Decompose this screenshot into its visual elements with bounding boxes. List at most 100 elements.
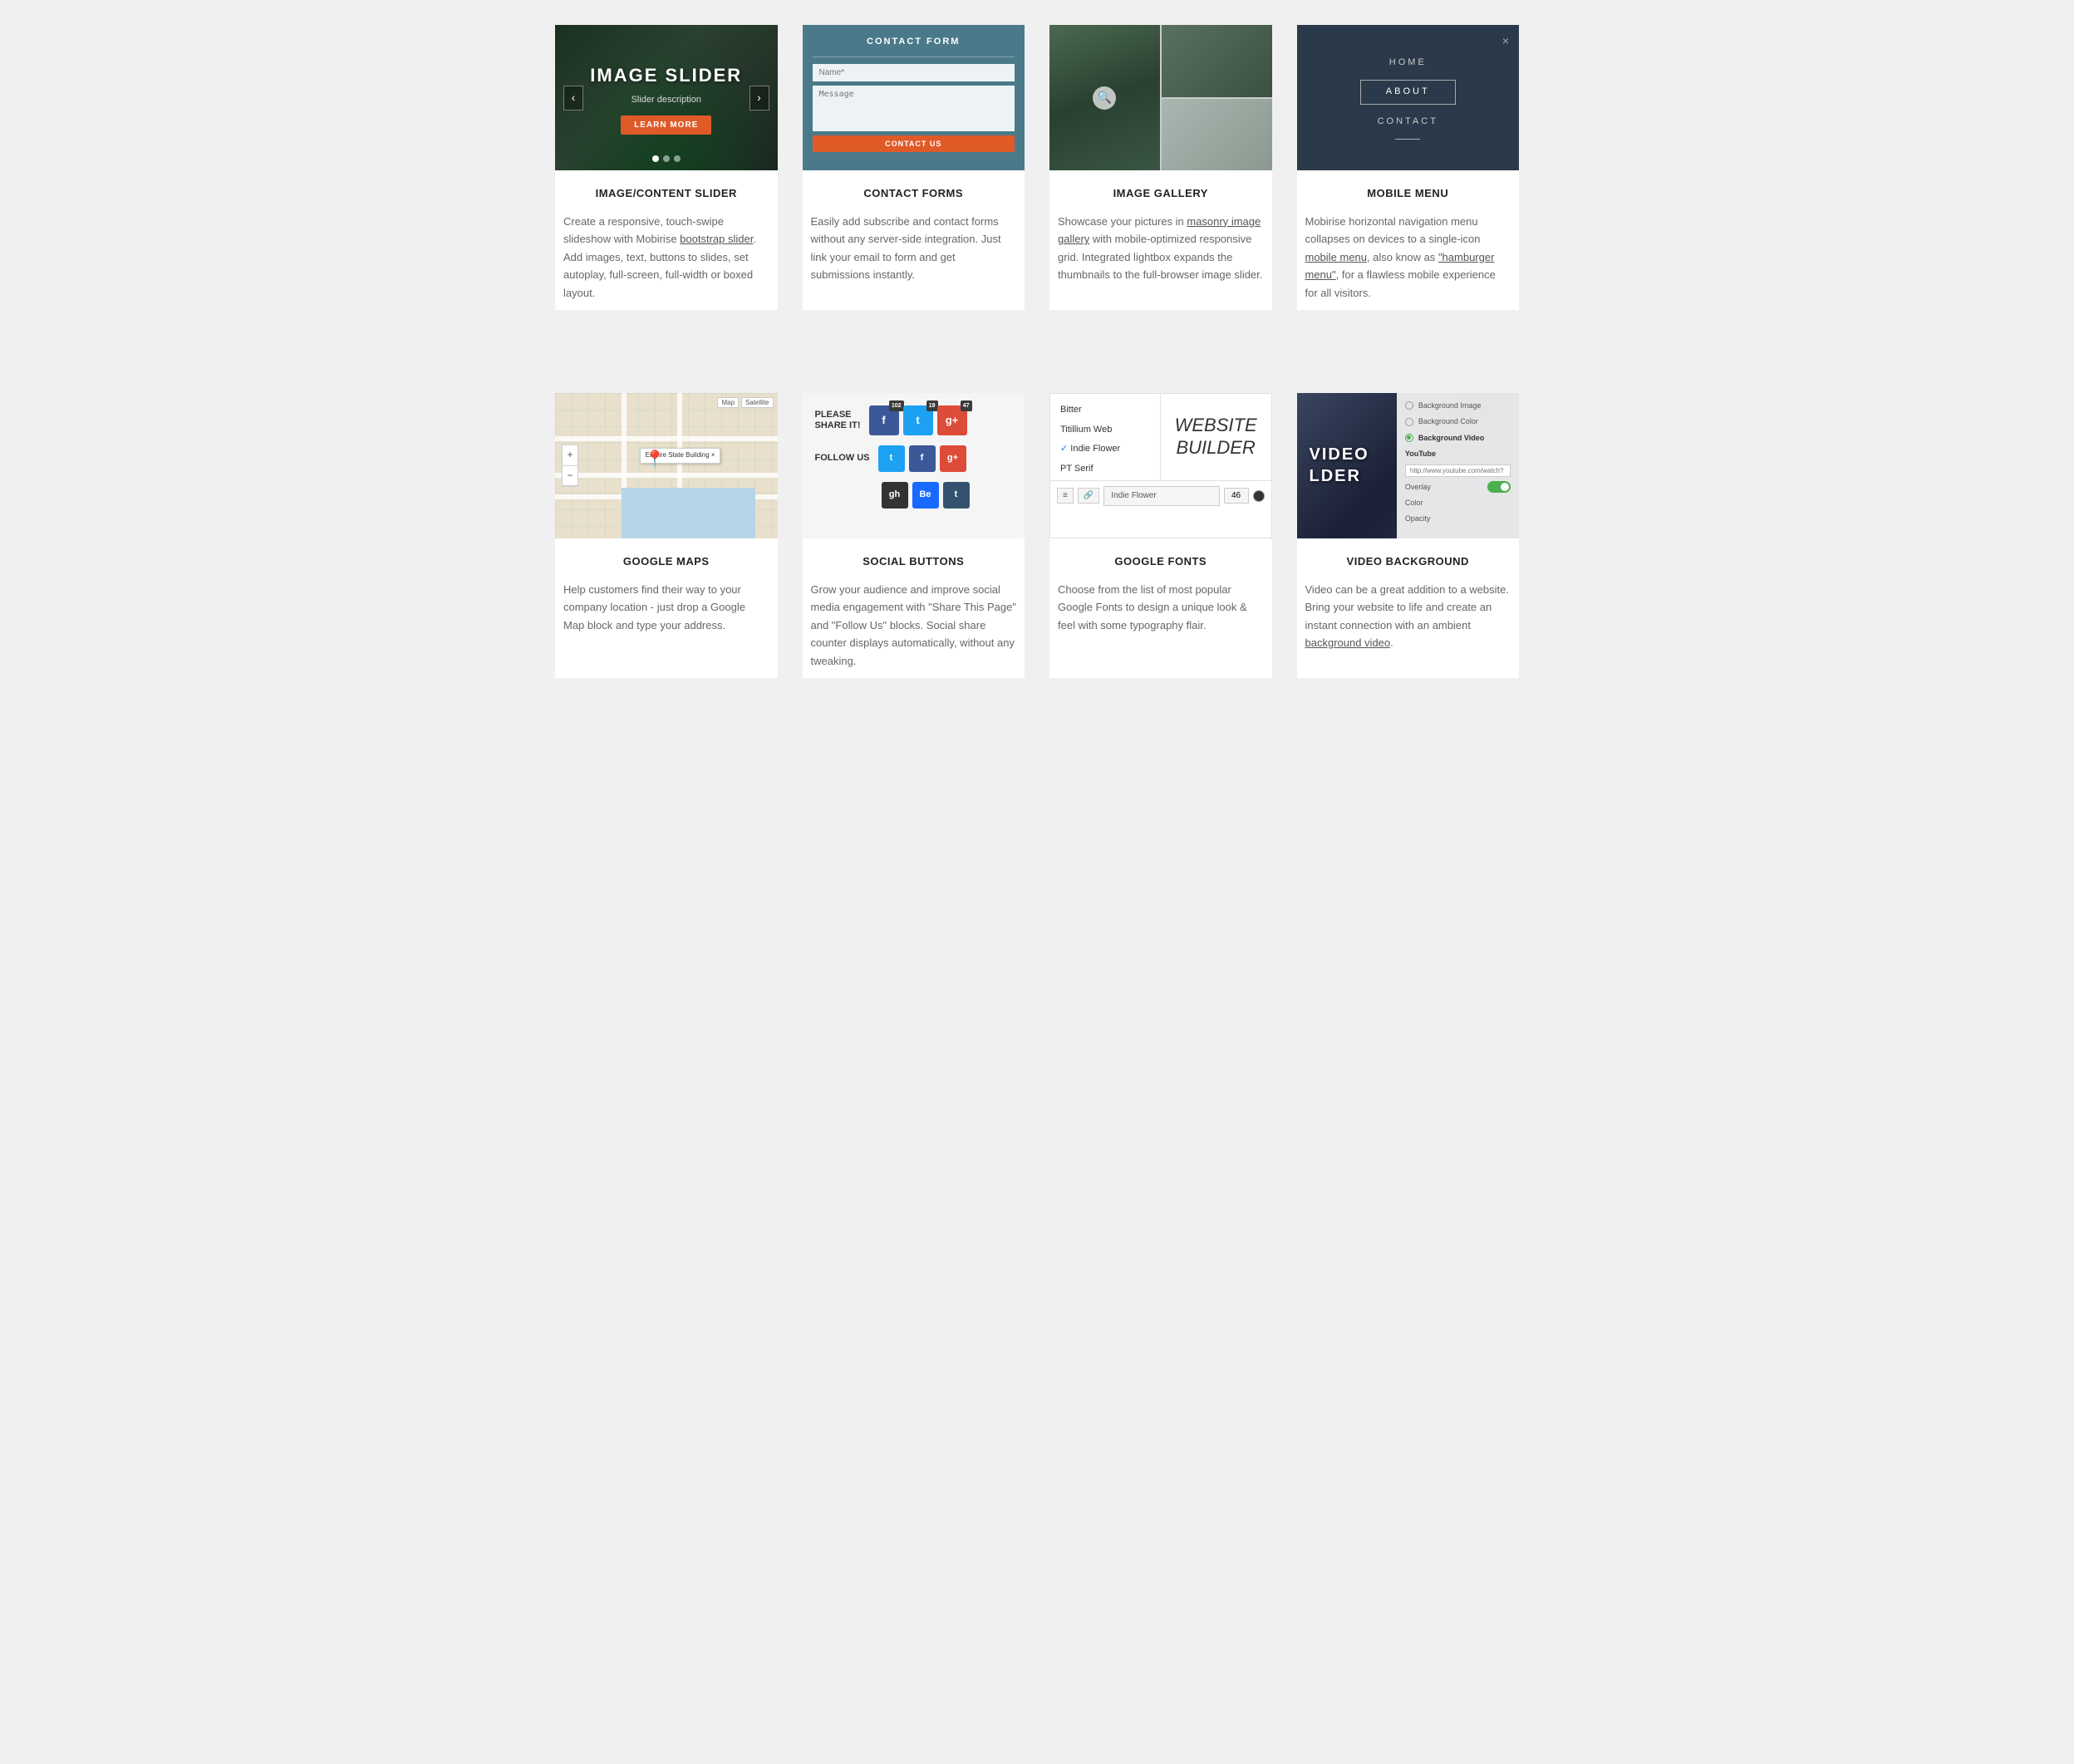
map-zoom-in[interactable]: + (563, 445, 577, 465)
social-extra-icons: gh Be t (815, 482, 1013, 509)
tumblr-follow-button[interactable]: t (943, 482, 970, 509)
font-item-titillium[interactable]: Titillium Web (1050, 420, 1160, 440)
social-follow-icons: t f g+ (878, 445, 966, 472)
gallery-cell-top-right (1162, 25, 1272, 97)
feature-card-maps: Empire State Building × 📍 Map Satellite … (555, 393, 778, 678)
mobile-menu-close-icon[interactable]: × (1502, 32, 1509, 50)
feature-card-image-slider: ‹ IMAGE SLIDER Slider description LEARN … (555, 25, 778, 310)
map-btn-map[interactable]: Map (717, 397, 739, 408)
map-controls: Map Satellite (717, 397, 773, 408)
social-share-row: PLEASESHARE IT! f 102 t 19 g+ 47 (815, 405, 1013, 435)
slider-next-button[interactable]: › (749, 86, 769, 111)
font-color-picker[interactable] (1253, 490, 1265, 502)
youtube-url-input[interactable] (1405, 464, 1511, 477)
mobile-menu-preview: × HOME ABOUT CONTACT (1297, 25, 1520, 170)
video-title: VIDEO BACKGROUND (1305, 553, 1511, 571)
slider-preview: ‹ IMAGE SLIDER Slider description LEARN … (555, 25, 778, 170)
font-item-bitter[interactable]: Bitter (1050, 400, 1160, 420)
twitter-follow-button[interactable]: t (878, 445, 905, 472)
map-zoom-out[interactable]: − (563, 465, 577, 485)
contact-name-input[interactable] (813, 64, 1015, 81)
mobile-menu-content: MOBILE MENU Mobirise horizontal navigati… (1297, 170, 1520, 310)
video-option-bg-image: Background Image (1405, 400, 1511, 411)
video-options-panel: Background Image Background Color Backgr… (1397, 393, 1519, 538)
video-link1[interactable]: background video (1305, 636, 1391, 649)
googleplus-share-button[interactable]: g+ 47 (937, 405, 967, 435)
contact-message-input[interactable] (813, 86, 1015, 131)
mobile-menu-item-contact[interactable]: CONTACT (1378, 115, 1438, 130)
video-desc-text1: Video can be a great addition to a websi… (1305, 583, 1510, 631)
map-btn-satellite[interactable]: Satellite (741, 397, 773, 408)
social-title: SOCIAL BUTTONS (811, 553, 1017, 571)
behance-follow-button[interactable]: Be (912, 482, 939, 509)
feature-card-gallery: 🔍 IMAGE GALLERY Showcase your pictures i… (1049, 25, 1272, 310)
video-overlay-text: VIDEOLDER (1297, 444, 1382, 487)
contact-form-title: CONTACT FORM (813, 35, 1015, 57)
radio-bg-color[interactable] (1405, 418, 1413, 426)
gallery-desc-text1: Showcase your pictures in (1058, 215, 1187, 228)
facebook-share-button[interactable]: f 102 (869, 405, 899, 435)
feature-card-contact-forms: CONTACT FORM CONTACT US CONTACT FORMS Ea… (803, 25, 1025, 310)
gallery-cell-main: 🔍 (1049, 25, 1160, 170)
color-label: Color (1405, 497, 1423, 509)
feature-card-fonts: Bitter Titillium Web Indie Flower PT Ser… (1049, 393, 1272, 678)
slider-dots (652, 155, 681, 162)
twitter-share-button[interactable]: t 19 (903, 405, 933, 435)
googleplus-follow-button[interactable]: g+ (940, 445, 966, 472)
maps-preview: Empire State Building × 📍 Map Satellite … (555, 393, 778, 538)
radio-bg-image[interactable] (1405, 401, 1413, 410)
dot-2[interactable] (663, 155, 670, 162)
font-item-ptserif[interactable]: PT Serif (1050, 459, 1160, 479)
mobile-menu-item-about[interactable]: ABOUT (1360, 80, 1456, 105)
radio-bg-video[interactable] (1405, 434, 1413, 442)
video-option-bg-color: Background Color (1405, 415, 1511, 427)
color-row: Color (1405, 497, 1511, 509)
social-share-text: PLEASESHARE IT! (815, 410, 861, 431)
video-desc-text2: . (1390, 636, 1393, 649)
twitter-icon: t (916, 412, 919, 430)
overlay-toggle[interactable] (1487, 481, 1511, 493)
contact-content: CONTACT FORMS Easily add subscribe and c… (803, 170, 1025, 292)
font-size-input[interactable] (1224, 488, 1249, 504)
social-desc: Grow your audience and improve social me… (811, 581, 1017, 670)
contact-title: CONTACT FORMS (811, 185, 1017, 203)
dot-3[interactable] (674, 155, 681, 162)
mobile-menu-item-home[interactable]: HOME (1389, 56, 1427, 71)
github-follow-button[interactable]: gh (882, 482, 908, 509)
gallery-main-bg: 🔍 (1049, 25, 1160, 170)
page-wrapper: ‹ IMAGE SLIDER Slider description LEARN … (538, 0, 1536, 753)
video-preview: VIDEOLDER Background Image Background Co… (1297, 393, 1520, 538)
font-item-indie[interactable]: Indie Flower (1050, 440, 1160, 459)
slider-learn-more-button[interactable]: LEARN MORE (621, 115, 711, 135)
twitter-count: 19 (926, 400, 938, 411)
map-road-h1 (555, 436, 778, 441)
contact-preview: CONTACT FORM CONTACT US (803, 25, 1025, 170)
contact-desc: Easily add subscribe and contact forms w… (811, 213, 1017, 284)
mobile-menu-desc: Mobirise horizontal navigation menu coll… (1305, 213, 1511, 302)
video-desc: Video can be a great addition to a websi… (1305, 581, 1511, 652)
font-align-button[interactable]: ≡ (1057, 488, 1074, 504)
spacer (555, 360, 1519, 393)
font-link-button[interactable]: 🔗 (1078, 488, 1099, 504)
overlay-toggle-row: Overlay (1405, 481, 1511, 493)
mobile-link1[interactable]: mobile menu (1305, 251, 1367, 263)
option-label-bg-video: Background Video (1418, 432, 1484, 444)
googleplus-icon: g+ (946, 412, 959, 430)
gallery-desc: Showcase your pictures in masonry image … (1058, 213, 1264, 284)
slider-prev-button[interactable]: ‹ (563, 86, 583, 111)
follow-text: FOLLOW US (815, 451, 870, 466)
contact-submit-button[interactable]: CONTACT US (813, 135, 1015, 152)
fonts-toolbar: ≡ 🔗 Indie Flower (1050, 480, 1271, 511)
feature-card-mobile-menu: × HOME ABOUT CONTACT MOBILE MENU Mobiris… (1297, 25, 1520, 310)
fonts-title: GOOGLE FONTS (1058, 553, 1264, 571)
slider-link1[interactable]: bootstrap slider (680, 233, 753, 245)
toggle-knob (1501, 483, 1509, 491)
facebook-follow-button[interactable]: f (909, 445, 936, 472)
fonts-preview: Bitter Titillium Web Indie Flower PT Ser… (1049, 393, 1272, 538)
slider-content: IMAGE/CONTENT SLIDER Create a responsive… (555, 170, 778, 310)
map-water (622, 488, 755, 538)
fonts-list: Bitter Titillium Web Indie Flower PT Ser… (1050, 394, 1161, 480)
font-name-display: Indie Flower (1103, 486, 1219, 506)
dot-1[interactable] (652, 155, 659, 162)
gallery-sub2-bg (1162, 99, 1272, 171)
